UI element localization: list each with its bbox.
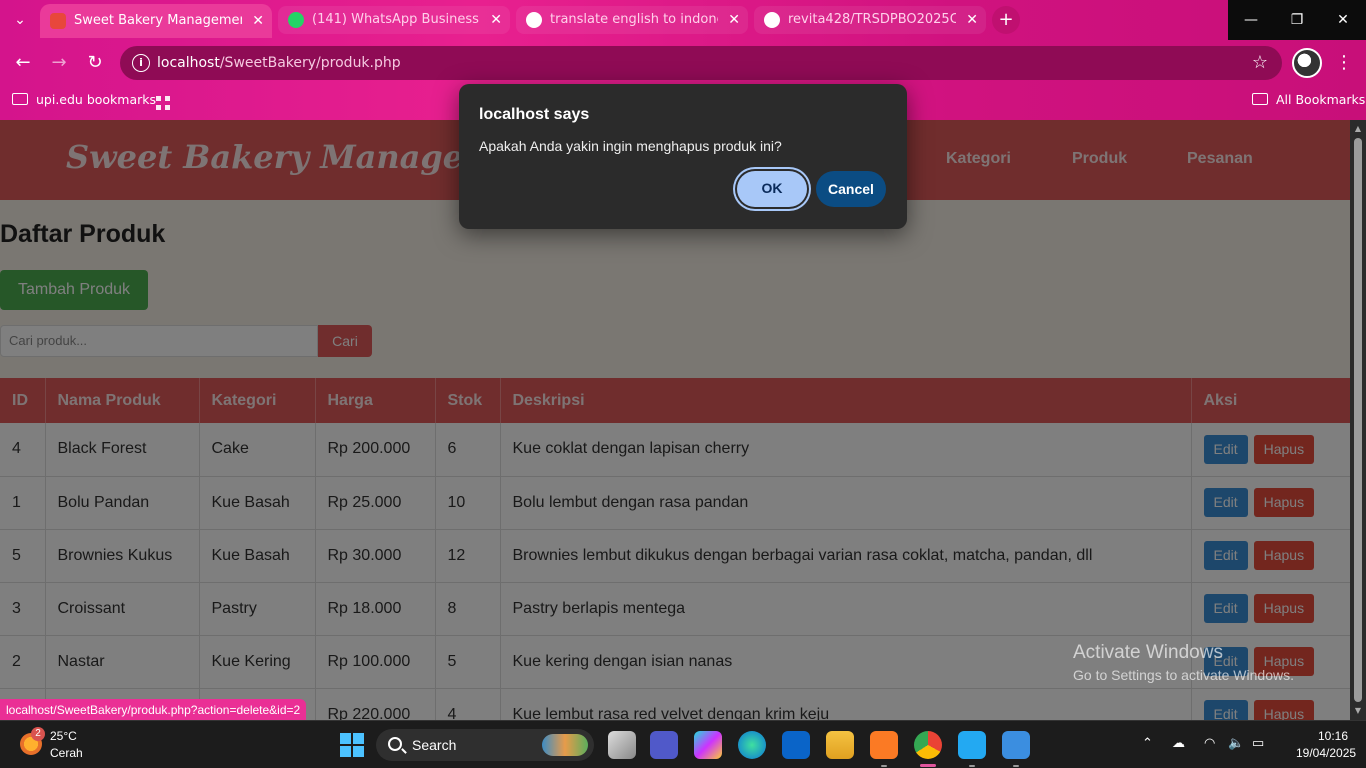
app-running-indicator: [881, 765, 887, 767]
url-path: /SweetBakery/produk.php: [219, 55, 401, 71]
app-running-indicator: [969, 765, 975, 767]
whatsapp-favicon-icon: [288, 12, 304, 28]
url-host: localhost: [157, 55, 220, 71]
xampp-icon[interactable]: [870, 731, 898, 759]
task-view-icon[interactable]: [608, 731, 636, 759]
profile-avatar[interactable]: [1292, 48, 1322, 78]
page-scrollbar[interactable]: ▲ ▼: [1350, 120, 1366, 720]
tab-whatsapp[interactable]: (141) WhatsApp Business ✕: [278, 6, 510, 34]
notepad-icon[interactable]: [1002, 731, 1030, 759]
clock-time: 10:16: [1317, 729, 1348, 743]
copilot-icon[interactable]: [694, 731, 722, 759]
watermark-line2: Go to Settings to activate Windows.: [1073, 667, 1294, 683]
url-text: localhost/SweetBakery/produk.php: [157, 46, 401, 80]
bakery-favicon-icon: [50, 13, 66, 29]
address-bar[interactable]: i localhost/SweetBakery/produk.php ☆: [120, 46, 1282, 80]
tab-search-chevron-icon[interactable]: ⌄: [6, 6, 34, 34]
search-label: Search: [412, 737, 457, 753]
tab-strip: ⌄ Sweet Bakery Management Sys ✕ (141) Wh…: [0, 0, 1366, 40]
folder-icon: [1252, 93, 1268, 105]
chrome-icon[interactable]: [914, 731, 942, 759]
google-favicon-icon: [526, 12, 542, 28]
app-running-indicator: [1013, 765, 1019, 767]
volume-icon[interactable]: 🔈: [1228, 735, 1244, 751]
bookmark-star-icon[interactable]: ☆: [1252, 46, 1268, 80]
apps-grid-icon[interactable]: [156, 92, 170, 110]
github-favicon-icon: [764, 12, 780, 28]
close-tab-icon[interactable]: ✕: [728, 6, 740, 34]
windows-taskbar: 2 25°C Cerah Search ⌃ ☁ ◠ 🔈 ▭ 10:16 19/0…: [0, 720, 1366, 768]
activate-windows-watermark: Activate Windows Go to Settings to activ…: [1073, 642, 1294, 683]
onedrive-icon[interactable]: ☁: [1172, 735, 1185, 751]
confirm-dialog: localhost says Apakah Anda yakin ingin m…: [459, 84, 907, 229]
tab-title: translate english to indonesia: [550, 12, 718, 27]
site-info-icon[interactable]: i: [132, 54, 150, 72]
back-arrow-icon[interactable]: ←: [8, 48, 38, 78]
dialog-title: localhost says: [479, 106, 590, 123]
edge-icon[interactable]: [738, 731, 766, 759]
close-tab-icon[interactable]: ✕: [490, 6, 502, 34]
bookmark-label: upi.edu bookmarks: [36, 92, 157, 107]
system-clock[interactable]: 10:16 19/04/2025: [1296, 729, 1357, 760]
close-tab-icon[interactable]: ✕: [252, 4, 264, 38]
scroll-thumb[interactable]: [1354, 138, 1362, 702]
close-tab-icon[interactable]: ✕: [966, 6, 978, 34]
tab-github[interactable]: revita428/TRSDPBO2025C2 ✕: [754, 6, 986, 34]
clock-date: 19/04/2025: [1296, 746, 1357, 760]
forward-arrow-icon[interactable]: →: [44, 48, 74, 78]
file-explorer-icon[interactable]: [826, 731, 854, 759]
tab-title: revita428/TRSDPBO2025C2: [788, 12, 956, 27]
scroll-down-icon[interactable]: ▼: [1353, 706, 1363, 716]
outlook-icon[interactable]: [782, 731, 810, 759]
restore-icon[interactable]: ❐: [1274, 0, 1320, 40]
tab-translate[interactable]: translate english to indonesia ✕: [516, 6, 748, 34]
reload-icon[interactable]: ↻: [80, 48, 110, 78]
bookmark-folder-upi[interactable]: upi.edu bookmarks: [12, 86, 156, 114]
app-active-indicator: [920, 764, 936, 767]
bookmark-label: All Bookmarks: [1276, 92, 1366, 107]
new-tab-button[interactable]: +: [992, 6, 1020, 34]
weather-description[interactable]: Cerah: [50, 746, 83, 760]
show-hidden-icons-chevron-icon[interactable]: ⌃: [1142, 735, 1153, 751]
all-bookmarks-button[interactable]: All Bookmarks: [1252, 86, 1365, 114]
cancel-button[interactable]: Cancel: [816, 171, 886, 207]
ok-button[interactable]: OK: [737, 171, 807, 207]
minimize-icon[interactable]: —: [1228, 0, 1274, 40]
weather-badge: 2: [31, 727, 45, 741]
taskbar-search[interactable]: Search: [376, 729, 594, 761]
tab-sweet-bakery[interactable]: Sweet Bakery Management Sys ✕: [40, 4, 272, 38]
browser-menu-icon[interactable]: ⋮: [1334, 48, 1354, 78]
watermark-line1: Activate Windows: [1073, 642, 1223, 663]
search-highlight-icon: [542, 734, 588, 756]
search-icon: [388, 737, 402, 751]
close-window-icon[interactable]: ✕: [1320, 0, 1366, 40]
vscode-icon[interactable]: [958, 731, 986, 759]
teams-icon[interactable]: [650, 731, 678, 759]
scroll-up-icon[interactable]: ▲: [1353, 124, 1363, 134]
tab-title: (141) WhatsApp Business: [312, 12, 479, 27]
tab-title: Sweet Bakery Management Sys: [74, 13, 242, 28]
folder-icon: [12, 93, 28, 105]
battery-icon[interactable]: ▭: [1252, 735, 1264, 751]
link-status-bar: localhost/SweetBakery/produk.php?action=…: [0, 699, 307, 721]
windows-start-icon[interactable]: [340, 733, 364, 757]
weather-temperature[interactable]: 25°C: [50, 729, 77, 743]
dialog-message: Apakah Anda yakin ingin menghapus produk…: [479, 138, 782, 154]
wifi-icon[interactable]: ◠: [1204, 735, 1215, 751]
